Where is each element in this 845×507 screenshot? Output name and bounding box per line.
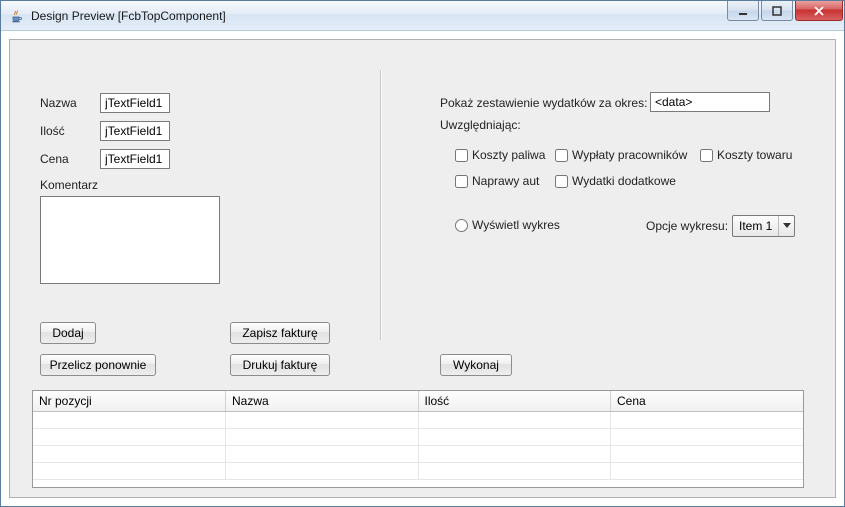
- dodaj-button[interactable]: Dodaj: [40, 322, 96, 344]
- check-towar-label: Koszty towaru: [717, 148, 792, 162]
- label-komentarz: Komentarz: [40, 178, 98, 192]
- maximize-button[interactable]: [761, 1, 793, 21]
- radio-wykres[interactable]: Wyświetl wykres: [455, 218, 560, 232]
- table-row[interactable]: [33, 446, 803, 463]
- check-wyplaty-label: Wypłaty pracowników: [572, 148, 687, 162]
- label-ilosc: Ilość: [40, 124, 65, 138]
- label-nazwa: Nazwa: [40, 96, 77, 110]
- main-panel: Nazwa Ilość Cena Komentarz Dodaj Zapisz …: [9, 39, 836, 498]
- radio-wykres-label: Wyświetl wykres: [472, 218, 560, 232]
- table-row[interactable]: [33, 429, 803, 446]
- komentarz-area[interactable]: [40, 196, 220, 284]
- check-towar[interactable]: Koszty towaru: [700, 148, 792, 162]
- check-paliwo-box[interactable]: [455, 149, 468, 162]
- col-nazwa[interactable]: Nazwa: [226, 391, 419, 412]
- check-dodatkowe-box[interactable]: [555, 175, 568, 188]
- przelicz-button[interactable]: Przelicz ponownie: [40, 354, 156, 376]
- window-title: Design Preview [FcbTopComponent]: [31, 9, 226, 23]
- check-wyplaty-box[interactable]: [555, 149, 568, 162]
- check-towar-box[interactable]: [700, 149, 713, 162]
- check-naprawy[interactable]: Naprawy aut: [455, 174, 539, 188]
- col-nrpozycji[interactable]: Nr pozycji: [33, 391, 226, 412]
- label-cena: Cena: [40, 152, 69, 166]
- window-frame: Design Preview [FcbTopComponent] Nazwa I…: [0, 0, 845, 507]
- check-paliwo-label: Koszty paliwa: [472, 148, 545, 162]
- radio-wykres-dot[interactable]: [455, 219, 468, 232]
- col-ilosc[interactable]: Ilość: [418, 391, 611, 412]
- client-area: Nazwa Ilość Cena Komentarz Dodaj Zapisz …: [1, 31, 844, 506]
- col-cena[interactable]: Cena: [611, 391, 804, 412]
- chevron-down-icon: [778, 216, 794, 236]
- table[interactable]: Nr pozycji Nazwa Ilość Cena: [32, 390, 804, 488]
- opcje-combo-value: Item 1: [739, 219, 772, 233]
- check-dodatkowe[interactable]: Wydatki dodatkowe: [555, 174, 676, 188]
- drukuj-button[interactable]: Drukuj fakturę: [230, 354, 330, 376]
- minimize-button[interactable]: [727, 1, 759, 21]
- check-naprawy-label: Naprawy aut: [472, 174, 539, 188]
- nazwa-field[interactable]: [100, 93, 170, 113]
- label-period: Pokaż zestawienie wydatków za okres:: [440, 96, 647, 110]
- vertical-separator: [380, 70, 382, 340]
- java-cup-icon: [9, 8, 25, 24]
- table-row[interactable]: [33, 463, 803, 480]
- check-paliwo[interactable]: Koszty paliwa: [455, 148, 545, 162]
- zapisz-button[interactable]: Zapisz fakturę: [230, 322, 330, 344]
- table-grid: Nr pozycji Nazwa Ilość Cena: [33, 391, 803, 480]
- check-naprawy-box[interactable]: [455, 175, 468, 188]
- wykonaj-button[interactable]: Wykonaj: [440, 354, 512, 376]
- opcje-combo[interactable]: Item 1: [732, 215, 795, 237]
- titlebar[interactable]: Design Preview [FcbTopComponent]: [1, 1, 844, 31]
- window-buttons: [727, 1, 844, 21]
- label-consider: Uwzględniając:: [440, 118, 521, 132]
- check-wyplaty[interactable]: Wypłaty pracowników: [555, 148, 687, 162]
- period-field[interactable]: [650, 92, 770, 112]
- check-dodatkowe-label: Wydatki dodatkowe: [572, 174, 676, 188]
- ilosc-field[interactable]: [100, 121, 170, 141]
- cena-field[interactable]: [100, 149, 170, 169]
- table-row[interactable]: [33, 412, 803, 429]
- label-opcje: Opcje wykresu:: [646, 219, 728, 233]
- close-button[interactable]: [795, 1, 843, 21]
